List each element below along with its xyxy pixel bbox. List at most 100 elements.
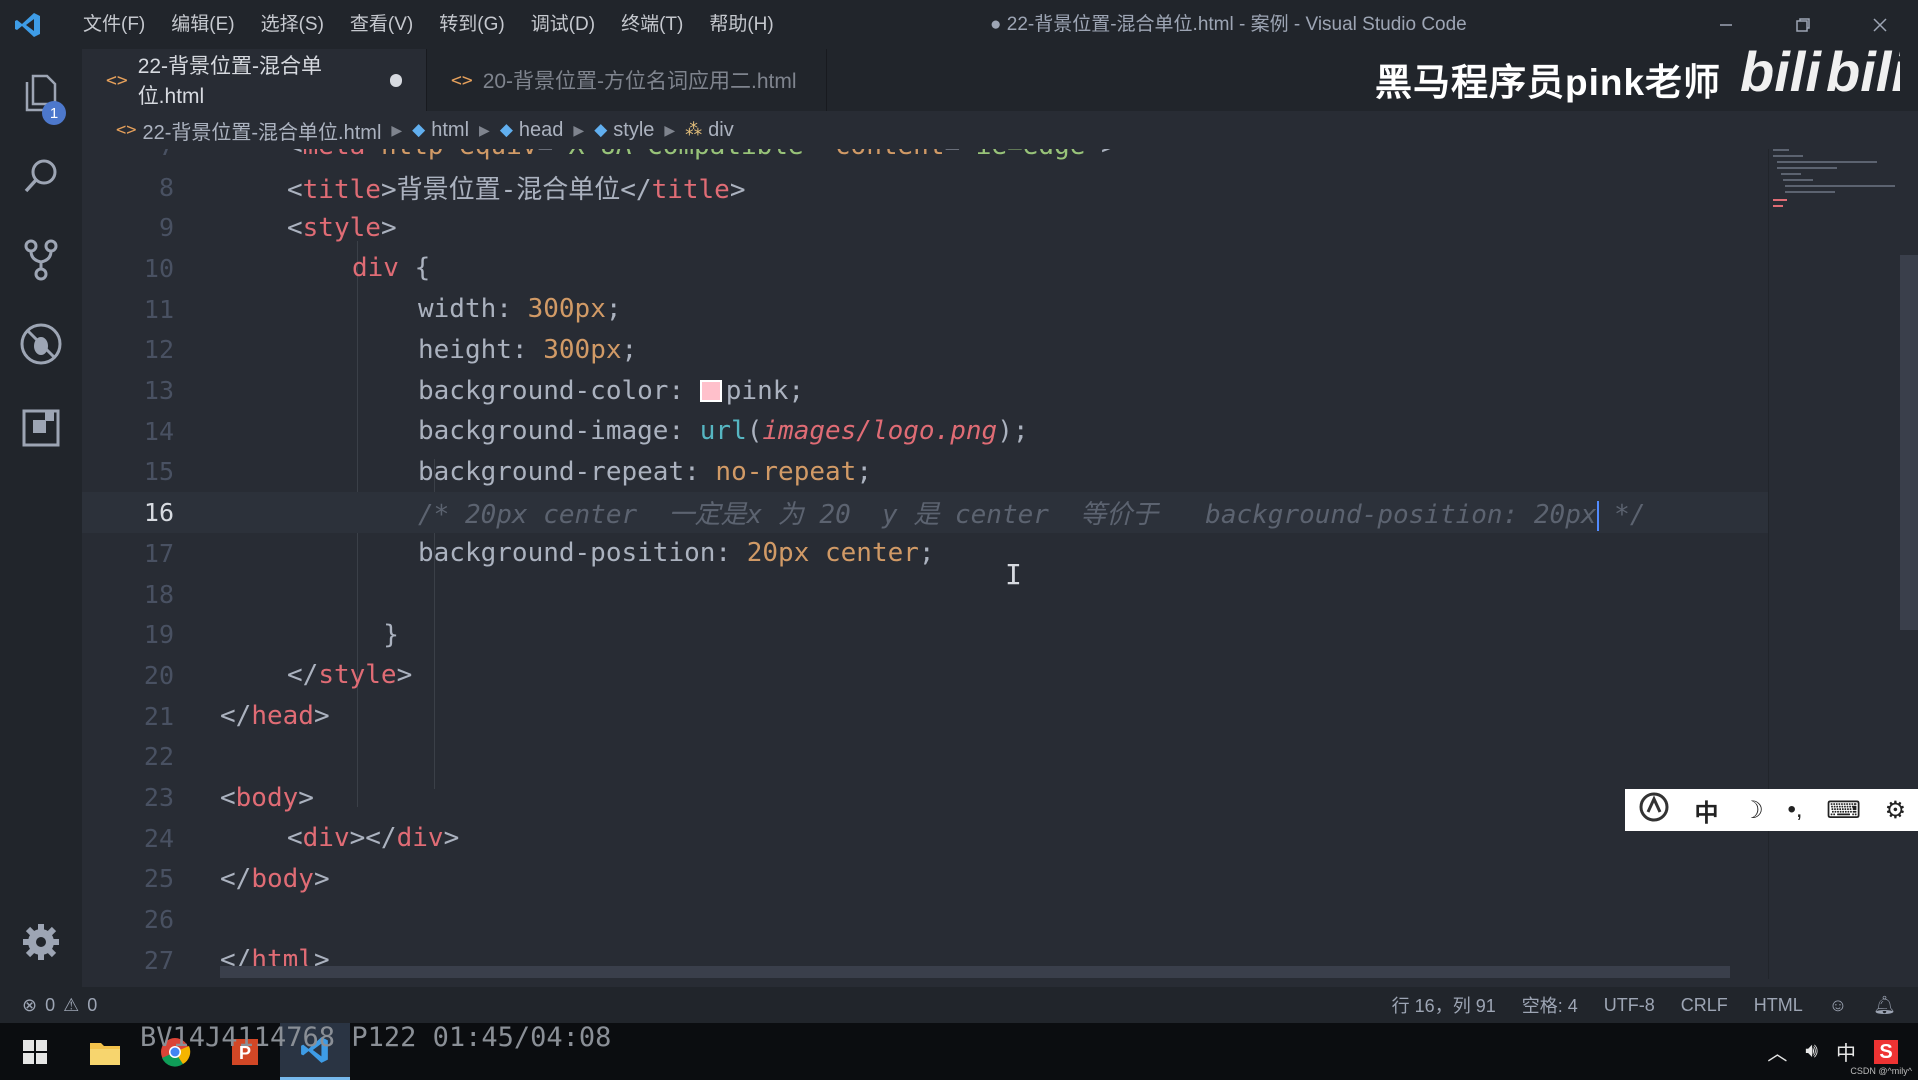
css-property: background-image (418, 416, 669, 447)
code-line[interactable]: 12 height: 300px; (82, 330, 1768, 371)
code-line-current[interactable]: 16 /* 20px center 一定是x 为 20 y 是 center 等… (82, 492, 1768, 533)
code-line[interactable]: 22 (82, 737, 1768, 778)
horizontal-scrollbar-thumb[interactable] (220, 966, 1730, 978)
line-ending[interactable]: CRLF (1681, 995, 1728, 1016)
breadcrumb-file[interactable]: <> 22-背景位置-混合单位.html (116, 116, 381, 145)
minimize-icon (1719, 23, 1732, 26)
code-line[interactable]: 21 </head> (82, 696, 1768, 737)
menu-bar: 文件(F) 编辑(E) 选择(S) 查看(V) 转到(G) 调试(D) 终端(T… (70, 0, 787, 49)
gear-icon[interactable]: ⚙ (1885, 796, 1907, 825)
code-text: </body> (220, 863, 330, 894)
vscode-logo-icon (0, 0, 56, 49)
code-line[interactable]: 11 width: 300px; (82, 289, 1768, 330)
svg-text:bili: bili (1740, 40, 1822, 103)
code-text: height: 300px; (418, 334, 638, 365)
tab-other-file[interactable]: <> 20-背景位置-方位名词应用二.html (427, 49, 827, 111)
debug-button[interactable] (0, 309, 82, 379)
extensions-icon (22, 409, 60, 447)
title-text: 背景位置-混合单位 (396, 174, 621, 205)
tag-name: title (302, 174, 381, 205)
breadcrumb-html[interactable]: ◆ html (412, 119, 469, 142)
line-number: 22 (143, 742, 174, 772)
css-property: height (418, 334, 512, 365)
code-line[interactable]: 24 <div></div> (82, 818, 1768, 859)
bell-notification-icon[interactable]: 🔔︎ (1873, 995, 1896, 1016)
taskbar-file-explorer[interactable] (70, 1023, 140, 1080)
menu-view[interactable]: 查看(V) (337, 0, 426, 49)
source-control-icon (24, 239, 58, 281)
code-line[interactable]: 23 <body> (82, 777, 1768, 818)
code-line[interactable]: 15 background-repeat: no-repeat; (82, 452, 1768, 493)
vertical-scrollbar-thumb[interactable] (1900, 255, 1918, 630)
code-line[interactable]: 14 background-image: url(images/logo.png… (82, 411, 1768, 452)
gear-icon (23, 924, 59, 960)
code-line[interactable]: 17 background-position: 20px center; (82, 533, 1768, 574)
indentation[interactable]: 空格: 4 (1522, 992, 1578, 1018)
ime-language-toggle[interactable]: 中 (1695, 793, 1719, 828)
code-line[interactable]: 25 </body> (82, 859, 1768, 900)
color-swatch-icon[interactable] (699, 380, 722, 403)
tab-active-file[interactable]: <> 22-背景位置-混合单位.html (82, 49, 427, 111)
moon-icon[interactable]: ☽ (1742, 796, 1764, 825)
line-number: 13 (143, 376, 174, 406)
line-number: 20 (143, 660, 174, 690)
explorer-button[interactable]: 1 (0, 57, 82, 127)
encoding[interactable]: UTF-8 (1604, 995, 1655, 1016)
code-text: <meta http-equiv="X-UA-Compatible" conte… (287, 149, 1117, 161)
line-number: 17 (143, 538, 174, 568)
keyboard-icon[interactable]: ⌨ (1826, 796, 1861, 825)
unsaved-dot-icon[interactable] (390, 73, 402, 87)
html-file-icon: <> (106, 69, 128, 91)
css-value: 300px (527, 294, 606, 325)
ime-logo-icon[interactable] (1637, 790, 1671, 831)
source-control-button[interactable] (0, 225, 82, 295)
punctuation-icon[interactable]: •, (1787, 796, 1802, 824)
breadcrumb-style[interactable]: ◆ style (594, 119, 654, 142)
menu-selection[interactable]: 选择(S) (248, 0, 337, 49)
cursor-position[interactable]: 行 16，列 91 (1392, 992, 1496, 1018)
bilibili-logo-icon: bili bili (1740, 36, 1908, 120)
tray-expand-icon[interactable]: ︿ (1767, 1037, 1787, 1066)
menu-edit[interactable]: 编辑(E) (158, 0, 247, 49)
code-line[interactable]: 7 <meta http-equiv="X-UA-Compatible" con… (82, 149, 1768, 167)
code-line[interactable]: 19 } (82, 614, 1768, 655)
code-line[interactable]: 26 (82, 899, 1768, 940)
minimap-line (1785, 191, 1835, 193)
code-line[interactable]: 18 (82, 574, 1768, 615)
code-editor[interactable]: 7 <meta http-equiv="X-UA-Compatible" con… (82, 149, 1768, 979)
tray-input-language[interactable]: 中 (1836, 1037, 1856, 1066)
smiley-feedback-icon[interactable]: ☺ (1829, 995, 1847, 1016)
problems-indicator[interactable]: ⊗ 0 ⚠ 0 (22, 995, 97, 1016)
menu-go[interactable]: 转到(G) (426, 0, 517, 49)
menu-help[interactable]: 帮助(H) (696, 0, 786, 49)
volume-icon[interactable]: 🔊︎ (1805, 1040, 1818, 1063)
breadcrumb-div[interactable]: ⁂ div (685, 119, 734, 142)
code-text: </head> (220, 701, 330, 732)
menu-file[interactable]: 文件(F) (70, 0, 158, 49)
sogou-ime-icon[interactable]: S (1874, 1039, 1898, 1064)
code-line[interactable]: 20 </style> (82, 655, 1768, 696)
code-line[interactable]: 13 background-color: pink; (82, 370, 1768, 411)
start-button[interactable] (0, 1023, 70, 1080)
language-mode[interactable]: HTML (1754, 995, 1803, 1016)
search-button[interactable] (0, 141, 82, 211)
code-line[interactable]: 8 <title>背景位置-混合单位</title> (82, 167, 1768, 208)
chevron-right-icon: ▶ (664, 121, 676, 138)
code-line[interactable]: 10 div { (82, 248, 1768, 289)
settings-button[interactable] (0, 907, 82, 977)
menu-debug[interactable]: 调试(D) (518, 0, 608, 49)
code-line[interactable]: 9 <style> (82, 207, 1768, 248)
chevron-right-icon: ▶ (391, 121, 403, 138)
css-value: 20px center (746, 538, 919, 569)
line-number: 12 (143, 335, 174, 365)
attr-value: "X-UA-Compatible" (553, 149, 819, 161)
code-text: </style> (287, 660, 413, 691)
line-number: 16 (143, 498, 174, 528)
window-title: ● 22-背景位置-混合单位.html - 案例 - Visual Studio… (990, 14, 1467, 35)
minimap[interactable] (1768, 149, 1901, 979)
breadcrumb-head[interactable]: ◆ head (500, 119, 564, 142)
menu-terminal[interactable]: 终端(T) (608, 0, 696, 49)
code-text: <title>背景位置-混合单位</title> (287, 174, 746, 205)
extensions-button[interactable] (0, 393, 82, 463)
css-function: url (699, 416, 747, 447)
